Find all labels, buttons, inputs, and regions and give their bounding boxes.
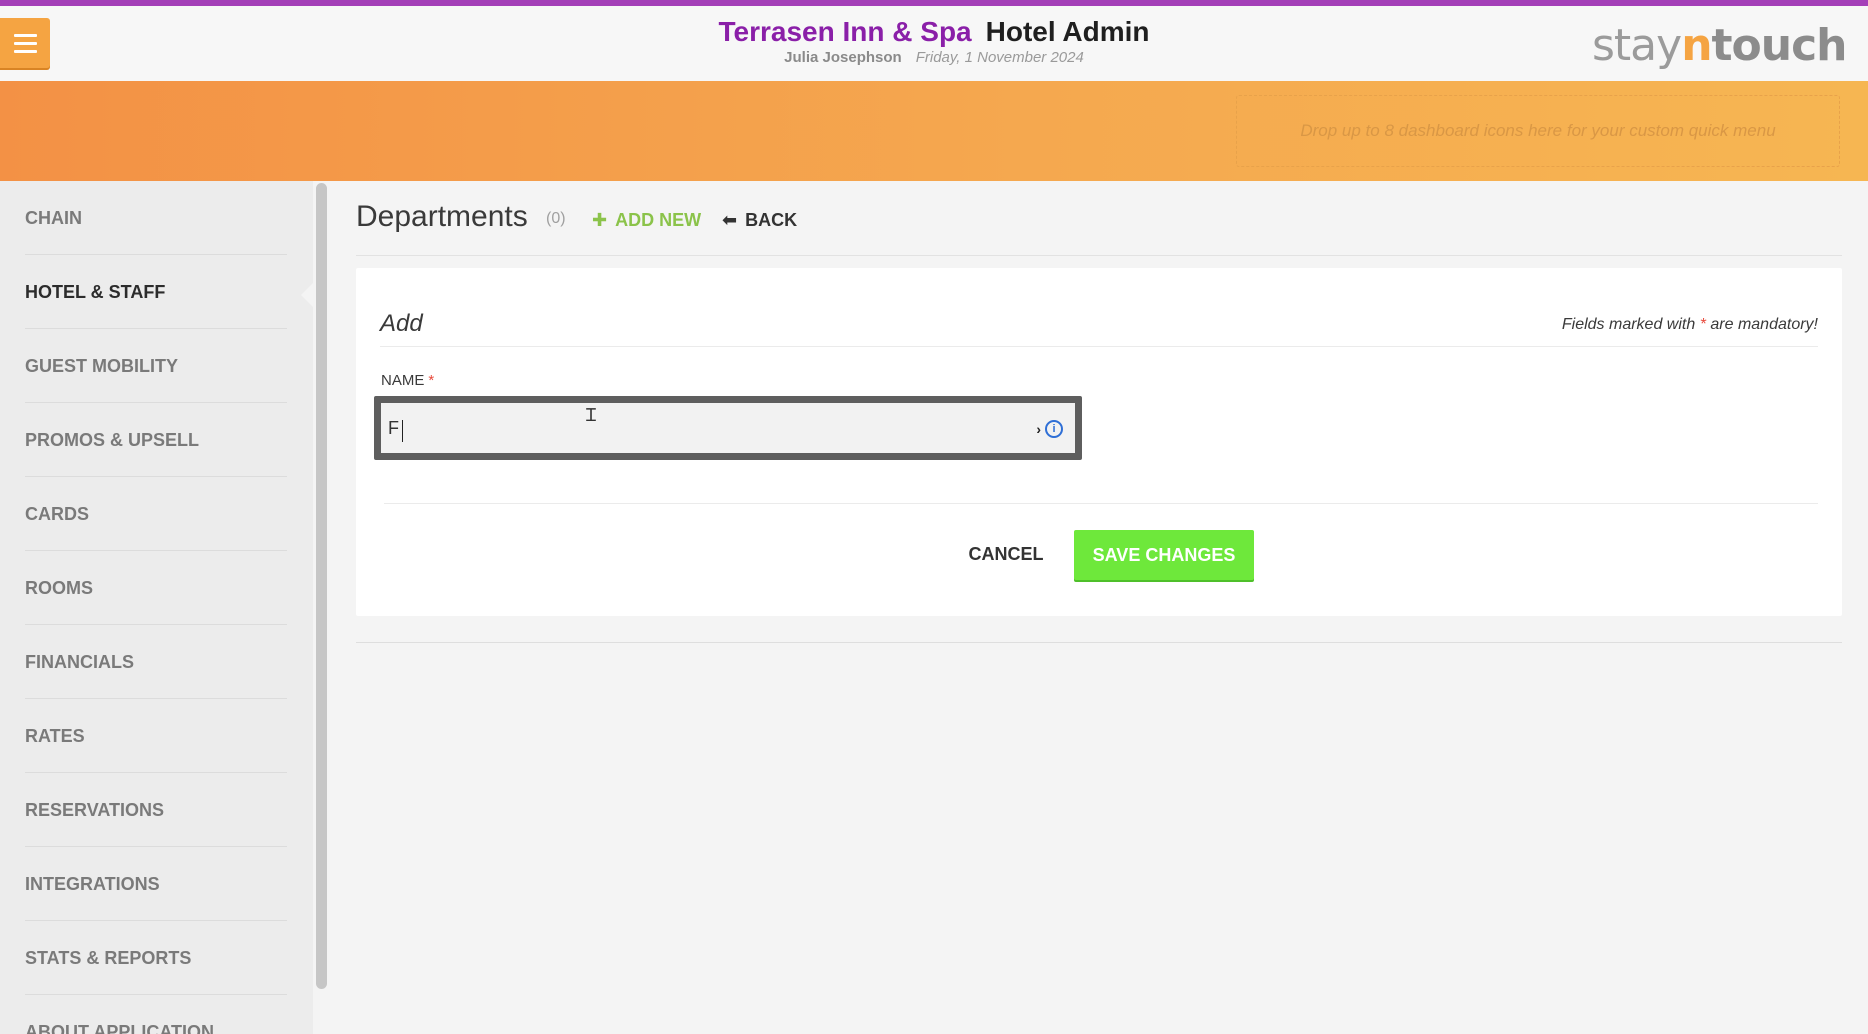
- logo-part-n: n: [1681, 20, 1712, 71]
- autofill-controls: › i: [1036, 420, 1063, 438]
- text-caret: [402, 420, 403, 442]
- logo-part-touch: touch: [1711, 20, 1848, 71]
- logo-part-stay: stay: [1592, 20, 1682, 71]
- sidebar-item-promos-upsell[interactable]: PROMOS & UPSELL: [25, 403, 287, 477]
- add-new-label: ADD NEW: [615, 210, 702, 230]
- plus-icon: ✚: [592, 210, 608, 230]
- back-button[interactable]: ⬅ BACK: [722, 210, 797, 231]
- chevron-right-icon[interactable]: ›: [1036, 421, 1041, 437]
- sidebar-item-hotel-staff[interactable]: HOTEL & STAFF: [25, 255, 287, 329]
- form-title: Add: [380, 310, 423, 337]
- active-item-pointer: [301, 283, 313, 307]
- hotel-name: Terrasen Inn & Spa: [718, 16, 972, 47]
- name-field-frame: › i: [374, 396, 1082, 460]
- sidebar-item-cards[interactable]: CARDS: [25, 477, 287, 551]
- stayntouch-logo: stayntouch: [1592, 20, 1848, 71]
- drop-zone-hint: Drop up to 8 dashboard icons here for yo…: [1300, 121, 1776, 140]
- current-date: Friday, 1 November 2024: [915, 49, 1084, 66]
- app-name: Hotel Admin: [985, 16, 1150, 47]
- header-subline: Julia Josephson Friday, 1 November 2024: [0, 48, 1868, 68]
- mandatory-prefix: Fields marked with: [1561, 316, 1700, 333]
- sidebar-item-reservations[interactable]: RESERVATIONS: [25, 773, 287, 847]
- name-input[interactable]: [388, 410, 1022, 446]
- form-divider: [380, 346, 1818, 347]
- sidebar: CHAIN HOTEL & STAFF GUEST MOBILITY PROMO…: [0, 181, 313, 1034]
- sidebar-scrollbar-thumb[interactable]: [316, 183, 327, 989]
- cancel-button[interactable]: CANCEL: [956, 530, 1056, 578]
- content-bottom-divider: [356, 642, 1842, 643]
- app-header: Terrasen Inn & Spa Hotel Admin Julia Jose…: [0, 6, 1868, 81]
- title-line: Terrasen Inn & Spa Hotel Admin: [0, 16, 1868, 48]
- department-count: (0): [546, 210, 566, 227]
- actions-divider: [384, 503, 1818, 504]
- add-new-button[interactable]: ✚ ADD NEW: [592, 210, 701, 231]
- info-icon[interactable]: i: [1045, 420, 1063, 438]
- sidebar-item-about-application[interactable]: ABOUT APPLICATION: [25, 995, 287, 1034]
- required-star: *: [428, 372, 435, 389]
- add-department-card: Add Fields marked with * are mandatory! …: [356, 268, 1842, 616]
- name-label-text: NAME: [381, 372, 425, 389]
- sidebar-item-financials[interactable]: FINANCIALS: [25, 625, 287, 699]
- sidebar-item-chain[interactable]: CHAIN: [25, 181, 287, 255]
- user-name: Julia Josephson: [784, 49, 902, 66]
- header-title: Terrasen Inn & Spa Hotel Admin Julia Jose…: [0, 16, 1868, 68]
- arrow-left-icon: ⬅: [722, 210, 738, 230]
- mandatory-note: Fields marked with * are mandatory!: [1562, 316, 1818, 334]
- sidebar-item-stats-reports[interactable]: STATS & REPORTS: [25, 921, 287, 995]
- quick-menu-drop-zone[interactable]: Drop up to 8 dashboard icons here for yo…: [1236, 95, 1840, 167]
- sidebar-item-rates[interactable]: RATES: [25, 699, 287, 773]
- ibeam-cursor-icon: Ɪ: [586, 405, 597, 426]
- title-divider: [356, 255, 1842, 256]
- quick-menu-bar: Drop up to 8 dashboard icons here for yo…: [0, 81, 1868, 181]
- sidebar-item-integrations[interactable]: INTEGRATIONS: [25, 847, 287, 921]
- mandatory-suffix: are mandatory!: [1705, 316, 1818, 333]
- name-label: NAME *: [381, 372, 434, 389]
- save-changes-button[interactable]: SAVE CHANGES: [1074, 530, 1254, 580]
- back-label: BACK: [745, 210, 798, 230]
- page-title: Departments: [356, 200, 528, 233]
- sidebar-item-guest-mobility[interactable]: GUEST MOBILITY: [25, 329, 287, 403]
- sidebar-item-rooms[interactable]: ROOMS: [25, 551, 287, 625]
